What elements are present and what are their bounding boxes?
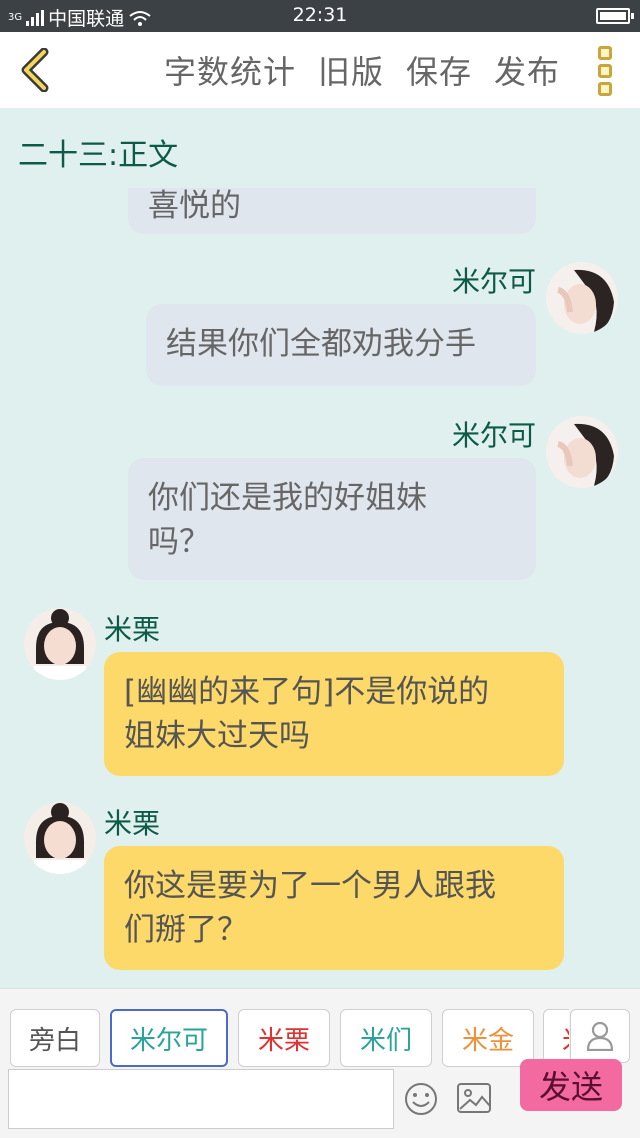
message-input[interactable] <box>8 1069 394 1129</box>
bottom-panel: 旁白 米尔可 米栗 米们 米金 米 发送 <box>0 988 640 1138</box>
message-text-line: 你这是要为了一个男人跟我 <box>124 868 496 904</box>
status-bar: 3G 中国联通 22:31 <box>0 0 640 32</box>
battery-icon <box>596 8 634 24</box>
status-time: 22:31 <box>292 4 348 26</box>
chevron-left-icon[interactable] <box>16 48 56 92</box>
message-text-line: 姐妹大过天吗 <box>124 718 310 754</box>
avatar[interactable] <box>24 608 96 680</box>
sender-name: 米栗 <box>104 613 161 646</box>
avatar[interactable] <box>546 416 618 488</box>
avatar[interactable] <box>24 802 96 874</box>
role-chip-mili[interactable]: 米栗 <box>238 1009 330 1067</box>
role-chip-mimen[interactable]: 米们 <box>340 1009 432 1067</box>
message-text-line: 们掰了？ <box>124 912 248 948</box>
avatar-image <box>24 608 96 680</box>
word-count-button[interactable]: 字数统计 <box>164 47 296 93</box>
role-chip-mierke[interactable]: 米尔可 <box>110 1009 228 1067</box>
message-bubble: 结果你们全都劝我分手 <box>146 304 536 386</box>
person-icon <box>586 1021 614 1051</box>
message-text-line: 你们还是我的好姐妹 <box>148 480 427 516</box>
avatar[interactable] <box>546 262 618 334</box>
person-button[interactable] <box>570 1009 630 1063</box>
chapter-title: 二十三:正文 <box>18 138 179 173</box>
avatar-image <box>24 802 96 874</box>
message-text: 喜悦的 <box>148 188 241 224</box>
message-bubble: 你这是要为了一个男人跟我 们掰了？ <box>104 846 564 970</box>
message-text-line: [幽幽的来了句]不是你说的 <box>124 674 490 710</box>
role-chip-mijin[interactable]: 米金 <box>442 1009 534 1067</box>
send-button[interactable]: 发送 <box>520 1059 622 1111</box>
message-bubble: [幽幽的来了句]不是你说的 姐妹大过天吗 <box>104 652 564 776</box>
message-text-line: 吗？ <box>148 524 210 560</box>
save-button[interactable]: 保存 <box>406 47 472 93</box>
message-text: 结果你们全都劝我分手 <box>166 326 476 362</box>
role-chip-narrator[interactable]: 旁白 <box>10 1009 100 1067</box>
old-version-button[interactable]: 旧版 <box>318 47 384 93</box>
more-vertical-icon[interactable] <box>598 46 614 96</box>
message-bubble: 你们还是我的好姐妹 吗？ <box>128 458 536 580</box>
message-bubble: 喜悦的 <box>128 188 536 234</box>
publish-button[interactable]: 发布 <box>494 47 560 93</box>
sender-name: 米尔可 <box>451 419 536 452</box>
nav-bar: 字数统计 旧版 保存 发布 <box>0 32 640 108</box>
avatar-image <box>546 416 618 488</box>
chat-area[interactable]: 喜悦的 米尔可 结果你们全都劝我分手 米尔可 你们还是我的好姐妹 吗？ 米栗 [… <box>0 188 640 988</box>
avatar-image <box>546 262 618 334</box>
emoji-icon[interactable] <box>404 1082 438 1116</box>
image-icon[interactable] <box>456 1082 492 1114</box>
sender-name: 米栗 <box>104 807 161 840</box>
sender-name: 米尔可 <box>451 265 536 298</box>
